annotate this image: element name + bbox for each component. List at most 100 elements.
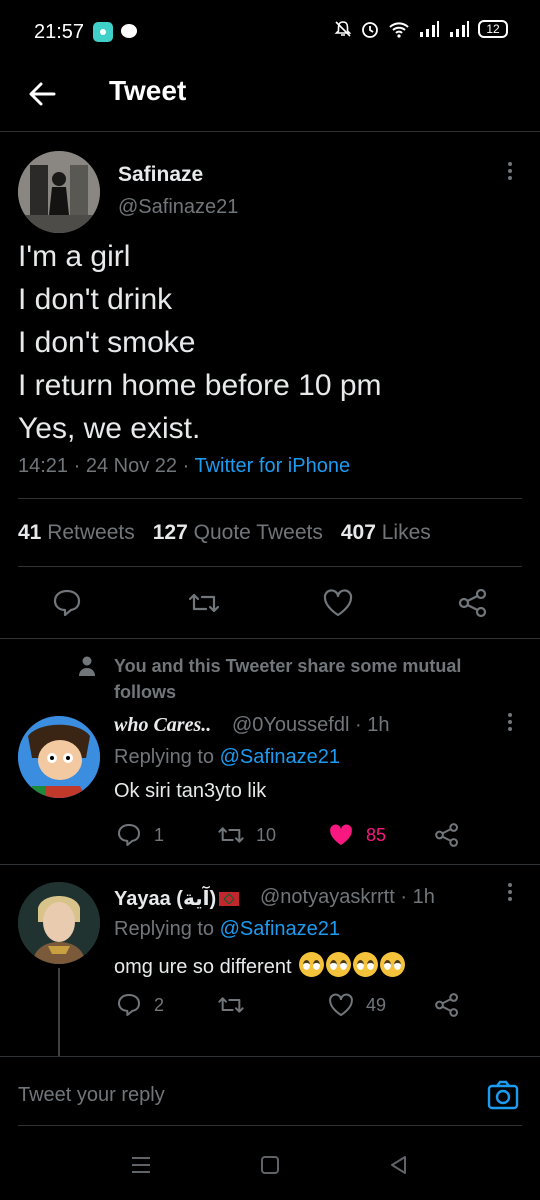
menu-nav-icon[interactable] [130,1154,152,1176]
more-options-icon[interactable] [498,710,522,740]
tweet-date: 24 Nov 22 [85,455,178,477]
like-button[interactable]: 85 [326,820,386,850]
replying-to-handle[interactable]: @Safinaze21 [220,746,340,768]
tweet-stats: 41 Retweets 127 Quote Tweets 407 Likes [18,521,431,545]
likes-label: Likes [381,521,431,544]
reply-tweet[interactable]: Yayaa (آية) @notyayaskrrtt · 1h Replying… [0,866,540,1056]
share-button[interactable] [432,820,462,850]
tweet-line: Yes, we exist. [18,412,201,445]
retweets-label: Retweets [47,521,135,544]
retweets-stat[interactable]: 41 Retweets [18,521,135,545]
back-arrow-icon[interactable] [24,76,60,112]
reply-time: 1h [367,714,390,736]
divider [18,566,522,567]
reply-text-row: omg ure so different [114,952,406,979]
like-button[interactable]: 49 [326,990,386,1020]
tweet-actions [0,585,540,625]
replying-prefix: Replying to [114,746,215,768]
replying-to: Replying to @Safinaze21 [114,918,340,941]
quote-count: 127 [152,521,188,544]
like-count: 85 [366,824,387,845]
author-handle[interactable]: @Safinaze21 [118,196,238,219]
signal-icon [420,21,439,37]
reply-avatar[interactable] [18,882,100,964]
reply-icon [118,824,140,846]
reply-author-name-text: Yayaa (آية) [114,888,217,910]
share-icon[interactable] [455,585,491,621]
retweet-count: 41 [18,521,42,544]
share-button[interactable] [432,990,462,1020]
replying-prefix: Replying to [114,918,215,940]
reply-author-name[interactable]: who Cares.. [114,714,211,737]
reply-button[interactable]: 1 [114,820,164,850]
tweet-line: I'm a girl [18,240,131,273]
tweet-meta: 14:21 · 24 Nov 22 · Twitter for iPhone [18,455,351,477]
reply-actions: 2 49 [114,990,474,1020]
page-title: Tweet [109,75,187,106]
status-bar: 21:57 12 [0,0,540,64]
tweet-text: I'm a girl I don't drink I don't smoke I… [18,235,518,450]
retweet-icon [218,827,244,843]
reply-composer[interactable]: Tweet your reply [0,1068,540,1128]
liked-heart-icon [330,824,352,845]
reply-author-meta: @notyayaskrrtt · 1h [260,886,435,908]
tweet-line: I return home before 10 pm [18,369,382,402]
divider [18,498,522,499]
replying-to: Replying to @Safinaze21 [114,746,340,769]
author-avatar[interactable] [18,151,100,233]
person-icon [79,656,95,676]
reply-count: 2 [154,994,165,1015]
home-nav-icon[interactable] [259,1154,281,1176]
eye-roll-emoji-icon [326,952,352,977]
reply-icon[interactable] [49,585,85,621]
reply-author-name[interactable]: Yayaa (آية) [114,886,240,911]
quotes-stat[interactable]: 127 Quote Tweets [153,521,323,545]
reply-time: 1h [412,886,435,908]
status-icons: 12 [334,19,508,39]
system-nav-bar [0,1130,540,1200]
tweet-source-link[interactable]: Twitter for iPhone [194,455,350,477]
tweet-time: 14:21 [18,455,69,477]
retweet-button[interactable]: 10 [216,820,276,850]
like-icon[interactable] [320,585,356,621]
thread-connector [58,968,60,1056]
camera-icon[interactable] [486,1078,520,1112]
reply-author-meta: @0Youssefdl · 1h [232,714,390,736]
retweet-icon[interactable] [186,585,222,621]
divider [0,864,540,865]
eye-roll-emoji-icon [299,952,325,977]
retweet-icon [218,997,244,1013]
top-bar: Tweet [0,64,540,132]
reply-handle[interactable]: @0Youssefdl [232,714,349,736]
eye-roll-emoji-icon [380,952,406,977]
reply-actions: 1 10 85 [114,820,474,850]
tweet-line: I don't drink [18,283,173,316]
reply-text: Ok siri tan3yto lik [114,780,267,802]
divider [18,1125,522,1126]
more-options-icon[interactable] [498,880,522,910]
reply-input[interactable]: Tweet your reply [18,1084,165,1107]
reply-icon [118,994,140,1016]
reply-tweet[interactable]: who Cares.. @0Youssefdl · 1h Replying to… [0,700,540,864]
back-nav-icon[interactable] [388,1154,410,1176]
chat-notification-icon [121,24,137,38]
tweet-line: I don't smoke [18,326,196,359]
reply-text: omg ure so different [114,956,292,978]
quotes-label: Quote Tweets [193,521,323,544]
divider [0,1056,540,1057]
reply-button[interactable]: 2 [114,990,164,1020]
share-icon [435,823,458,847]
notice-text: You and this Tweeter share some mutual f… [114,656,462,702]
morocco-flag-icon [219,892,240,906]
like-count: 407 [340,521,376,544]
retweet-button[interactable] [216,990,256,1020]
likes-stat[interactable]: 407 Likes [341,521,431,545]
app-notification-icon [93,22,113,42]
author-name[interactable]: Safinaze [118,163,203,187]
more-options-icon[interactable] [498,159,522,189]
battery-icon: 12 [478,20,508,38]
mute-icon [334,21,352,37]
reply-handle[interactable]: @notyayaskrrtt [260,886,395,908]
replying-to-handle[interactable]: @Safinaze21 [220,918,340,940]
reply-avatar[interactable] [18,716,100,798]
